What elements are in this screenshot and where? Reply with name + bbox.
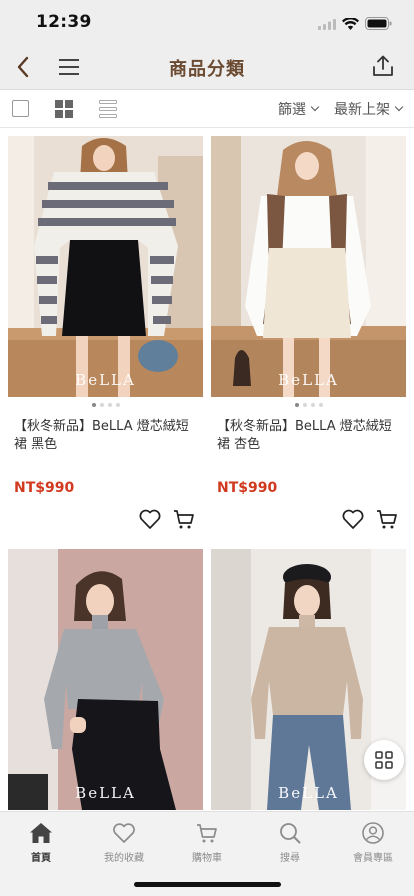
filter-label: 篩選 xyxy=(278,102,306,118)
list-view-icon[interactable] xyxy=(99,100,117,118)
status-bar: 12:39 xyxy=(0,0,414,44)
tab-label: 我的收藏 xyxy=(104,853,144,864)
home-indicator xyxy=(134,882,281,887)
product-card[interactable]: BeLLA xyxy=(8,549,203,811)
cart-icon xyxy=(174,510,194,529)
add-to-cart-button[interactable] xyxy=(375,507,399,531)
home-icon xyxy=(28,820,54,846)
wifi-icon xyxy=(342,15,359,34)
heart-icon xyxy=(111,820,137,846)
status-time: 12:39 xyxy=(36,12,92,32)
product-image[interactable]: BeLLA xyxy=(8,136,203,397)
battery-icon xyxy=(365,15,392,34)
grid-icon xyxy=(375,751,393,769)
sort-button[interactable]: 最新上架 xyxy=(334,99,404,119)
tab-label: 首頁 xyxy=(31,853,51,864)
tab-member[interactable]: 會員專區 xyxy=(332,820,414,864)
sort-label: 最新上架 xyxy=(334,102,390,118)
share-icon xyxy=(373,55,393,76)
brand-watermark: BeLLA xyxy=(75,784,136,802)
favorite-button[interactable] xyxy=(341,507,365,531)
tab-label: 購物車 xyxy=(192,853,222,864)
chevron-down-icon xyxy=(394,102,404,112)
add-to-cart-button[interactable] xyxy=(172,507,196,531)
product-name[interactable]: 【秋冬新品】BeLLA 燈芯絨短裙 杏色 xyxy=(217,418,403,454)
heart-icon xyxy=(342,509,364,529)
brand-watermark: BeLLA xyxy=(278,784,339,802)
tab-home[interactable]: 首頁 xyxy=(0,820,82,864)
product-name[interactable]: 【秋冬新品】BeLLA 燈芯絨短裙 黑色 xyxy=(14,418,200,454)
product-image[interactable]: BeLLA xyxy=(8,549,203,810)
image-pagination-dots xyxy=(211,403,406,407)
grid-view-icon[interactable] xyxy=(55,100,73,118)
search-icon xyxy=(277,820,303,846)
toolbar: 篩選 最新上架 xyxy=(0,90,414,128)
tab-search[interactable]: 搜尋 xyxy=(249,820,331,864)
floating-grid-button[interactable] xyxy=(364,740,404,780)
heart-icon xyxy=(139,509,161,529)
tab-cart[interactable]: 購物車 xyxy=(166,820,248,864)
share-button[interactable] xyxy=(368,51,398,81)
product-image[interactable]: BeLLA xyxy=(211,136,406,397)
product-card[interactable]: BeLLA 【秋冬新品】BeLLA 燈芯絨短裙 黑色 NT$990 xyxy=(8,136,203,536)
brand-watermark: BeLLA xyxy=(278,371,339,389)
favorite-button[interactable] xyxy=(138,507,162,531)
product-card[interactable]: BeLLA 【秋冬新品】BeLLA 燈芯絨短裙 杏色 NT$990 xyxy=(211,136,406,536)
product-price: NT$990 xyxy=(14,480,75,496)
nav-bar: 商品分類 xyxy=(0,44,414,90)
chevron-down-icon xyxy=(310,102,320,112)
page-title: 商品分類 xyxy=(169,59,245,80)
single-view-icon[interactable] xyxy=(12,100,29,117)
cart-icon xyxy=(377,510,397,529)
status-icons xyxy=(318,15,392,34)
tab-favorites[interactable]: 我的收藏 xyxy=(83,820,165,864)
product-price: NT$990 xyxy=(217,480,278,496)
cart-icon xyxy=(194,820,220,846)
image-pagination-dots xyxy=(8,403,203,407)
signal-icon xyxy=(318,15,336,34)
tab-label: 會員專區 xyxy=(353,853,393,864)
brand-watermark: BeLLA xyxy=(75,371,136,389)
filter-button[interactable]: 篩選 xyxy=(278,99,320,119)
tab-label: 搜尋 xyxy=(280,853,300,864)
user-icon xyxy=(360,820,386,846)
